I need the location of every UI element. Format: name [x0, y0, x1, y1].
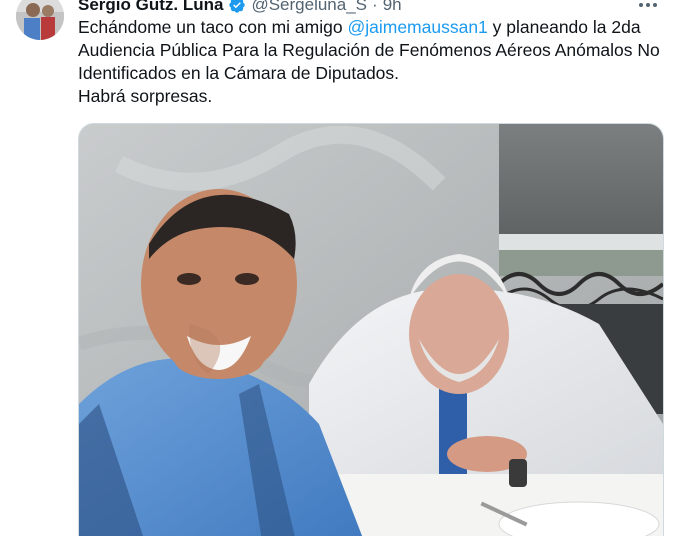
- header-separator: ·: [372, 0, 378, 14]
- tweet: Sergio Gutz. Luna @Sergeluna_S · 9h Echá…: [0, 0, 680, 536]
- tweet-text-line2: Habrá sorpresas.: [78, 86, 213, 106]
- verified-badge-icon: [228, 0, 246, 14]
- tweet-timestamp[interactable]: 9h: [383, 0, 402, 15]
- tweet-header: Sergio Gutz. Luna @Sergeluna_S · 9h: [78, 0, 402, 16]
- tweet-text: Echándome un taco con mi amigo @jaimemau…: [78, 16, 668, 108]
- tweet-photo[interactable]: [78, 123, 664, 536]
- tweet-text-part1: Echándome un taco con mi amigo: [78, 17, 348, 37]
- mention-link[interactable]: @jaimemaussan1: [347, 17, 487, 37]
- avatar-image: [16, 0, 64, 40]
- photo-image: [79, 124, 663, 536]
- author-avatar[interactable]: [16, 0, 64, 40]
- author-handle[interactable]: @Sergeluna_S: [251, 0, 367, 15]
- author-name[interactable]: Sergio Gutz. Luna: [78, 0, 223, 15]
- more-options-icon[interactable]: [636, 0, 660, 13]
